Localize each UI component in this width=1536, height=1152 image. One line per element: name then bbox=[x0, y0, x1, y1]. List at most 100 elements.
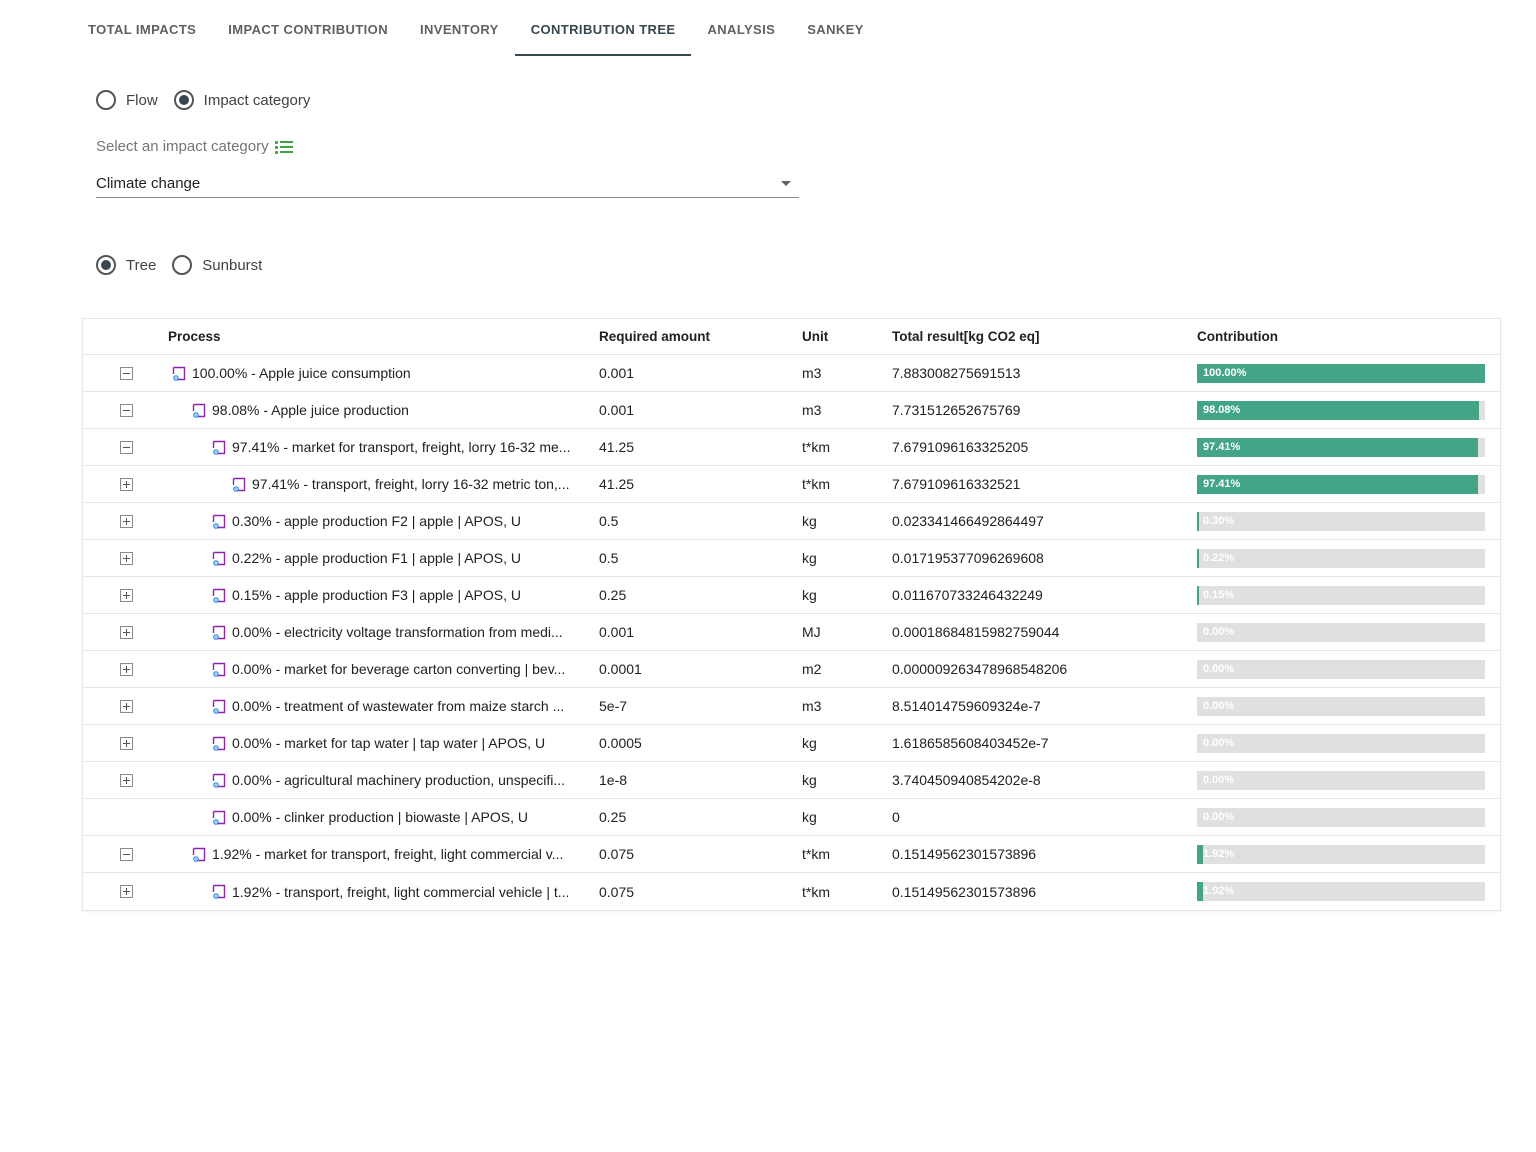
process-name[interactable]: 97.41% - market for transport, freight, … bbox=[232, 439, 570, 455]
expand-plus-icon[interactable] bbox=[119, 885, 133, 898]
table-row[interactable]: 0.00% - electricity voltage transformati… bbox=[83, 614, 1500, 651]
tab-impact-contribution[interactable]: IMPACT CONTRIBUTION bbox=[212, 0, 404, 58]
expand-plus-icon[interactable] bbox=[119, 736, 133, 750]
mode-radio-group: Flow Impact category bbox=[96, 90, 326, 110]
process-name[interactable]: 0.00% - electricity voltage transformati… bbox=[232, 624, 563, 640]
amount-cell: 0.0005 bbox=[599, 735, 642, 751]
process-icon bbox=[192, 403, 206, 418]
unit-cell: t*km bbox=[802, 883, 830, 900]
collapse-minus-icon[interactable] bbox=[119, 403, 133, 417]
process-cell: 100.00% - Apple juice consumption bbox=[168, 365, 599, 382]
tab-analysis[interactable]: ANALYSIS bbox=[691, 0, 791, 58]
expand-plus-icon[interactable] bbox=[119, 662, 133, 676]
table-row[interactable]: 0.15% - apple production F3 | apple | AP… bbox=[83, 577, 1500, 614]
tab-sankey[interactable]: SANKEY bbox=[791, 0, 880, 58]
table-row[interactable]: 0.00% - treatment of wastewater from mai… bbox=[83, 688, 1500, 725]
impact-category-select-label: Select an impact category bbox=[96, 138, 293, 155]
total-cell: 8.514014759609324e-7 bbox=[892, 698, 1041, 714]
process-name[interactable]: 1.92% - transport, freight, light commer… bbox=[232, 884, 569, 900]
table-row[interactable]: 0.22% - apple production F1 | apple | AP… bbox=[83, 540, 1500, 577]
tab-total-impacts[interactable]: TOTAL IMPACTS bbox=[72, 0, 212, 58]
sunburst-radio-label[interactable]: Sunburst bbox=[202, 257, 262, 274]
expand-plus-icon[interactable] bbox=[119, 625, 133, 639]
process-name[interactable]: 0.00% - market for tap water | tap water… bbox=[232, 735, 545, 751]
expander-cell bbox=[83, 736, 168, 750]
expand-plus-icon[interactable] bbox=[119, 514, 133, 528]
table-row[interactable]: 97.41% - market for transport, freight, … bbox=[83, 429, 1500, 466]
total-header[interactable]: Total result[kg CO2 eq] bbox=[892, 329, 1197, 344]
tree-radio-label[interactable]: Tree bbox=[126, 257, 156, 274]
table-row[interactable]: 0.30% - apple production F2 | apple | AP… bbox=[83, 503, 1500, 540]
unit-cell: m3 bbox=[802, 698, 822, 714]
collapse-minus-icon[interactable] bbox=[119, 440, 133, 454]
expand-plus-icon[interactable] bbox=[119, 551, 133, 565]
contribution-cell: 97.41% bbox=[1197, 437, 1487, 457]
expander-cell bbox=[83, 551, 168, 565]
table-row[interactable]: 97.41% - transport, freight, lorry 16-32… bbox=[83, 466, 1500, 503]
process-cell: 97.41% - transport, freight, lorry 16-32… bbox=[168, 476, 599, 493]
contribution-bar: 0.00% bbox=[1197, 622, 1485, 642]
process-name[interactable]: 0.22% - apple production F1 | apple | AP… bbox=[232, 550, 521, 566]
amount-header[interactable]: Required amount bbox=[599, 329, 802, 344]
dropdown-arrow-icon[interactable] bbox=[781, 181, 791, 186]
process-name[interactable]: 1.92% - market for transport, freight, l… bbox=[212, 846, 563, 862]
unit-cell: m3 bbox=[802, 402, 822, 418]
unit-header[interactable]: Unit bbox=[802, 329, 892, 344]
process-name[interactable]: 97.41% - transport, freight, lorry 16-32… bbox=[252, 476, 569, 492]
expand-plus-icon[interactable] bbox=[119, 773, 133, 787]
table-row[interactable]: 98.08% - Apple juice production 0.001 m3 7.… bbox=[83, 392, 1500, 429]
flow-radio[interactable] bbox=[96, 90, 116, 110]
process-cell: 0.00% - treatment of wastewater from mai… bbox=[168, 698, 599, 715]
amount-cell: 0.075 bbox=[599, 846, 635, 862]
unit-cell: kg bbox=[802, 513, 817, 529]
total-cell: 0.011670733246432249 bbox=[892, 587, 1043, 603]
process-icon bbox=[212, 662, 226, 677]
impact-category-radio[interactable] bbox=[173, 90, 194, 110]
amount-cell: 0.25 bbox=[599, 587, 627, 603]
table-row[interactable]: 0.00% - market for tap water | tap water… bbox=[83, 725, 1500, 762]
process-icon bbox=[232, 477, 246, 492]
flow-radio-label[interactable]: Flow bbox=[126, 92, 158, 109]
process-name[interactable]: 0.00% - market for beverage carton conve… bbox=[232, 661, 565, 677]
process-cell: 0.22% - apple production F1 | apple | AP… bbox=[168, 550, 599, 567]
expand-plus-icon[interactable] bbox=[119, 699, 133, 713]
tab-inventory[interactable]: INVENTORY bbox=[404, 0, 515, 58]
tree-radio[interactable] bbox=[96, 255, 116, 275]
process-name[interactable]: 0.00% - clinker production | biowaste | … bbox=[232, 809, 528, 825]
table-row[interactable]: 100.00% - Apple juice consumption 0.001 m3… bbox=[83, 355, 1500, 392]
process-name[interactable]: 0.15% - apple production F3 | apple | AP… bbox=[232, 587, 521, 603]
contribution-label: 0.00% bbox=[1203, 699, 1235, 712]
process-name[interactable]: 0.30% - apple production F2 | apple | AP… bbox=[232, 513, 521, 529]
tab-contribution-tree[interactable]: CONTRIBUTION TREE bbox=[514, 0, 692, 58]
process-name[interactable]: 0.00% - agricultural machinery productio… bbox=[232, 772, 565, 788]
expander-cell bbox=[83, 847, 168, 861]
process-cell: 97.41% - market for transport, freight, … bbox=[168, 439, 599, 456]
collapse-minus-icon[interactable] bbox=[119, 366, 133, 380]
list-icon[interactable] bbox=[274, 140, 293, 154]
process-name[interactable]: 100.00% - Apple juice consumption bbox=[192, 365, 411, 381]
total-cell: 7.883008275691513 bbox=[892, 365, 1021, 381]
contribution-label: 0.00% bbox=[1203, 625, 1235, 638]
table-row[interactable]: 1.92% - transport, freight, light commer… bbox=[83, 873, 1500, 910]
contribution-label: 0.00% bbox=[1203, 736, 1235, 749]
table-row[interactable]: 0.00% - agricultural machinery productio… bbox=[83, 762, 1500, 799]
table-row[interactable]: 0.00% - market for beverage carton conve… bbox=[83, 651, 1500, 688]
expander-cell bbox=[83, 588, 168, 602]
process-name[interactable]: 98.08% - Apple juice production bbox=[212, 402, 409, 418]
contribution-label: 97.41% bbox=[1203, 477, 1241, 490]
expand-plus-icon[interactable] bbox=[119, 477, 133, 491]
collapse-minus-icon[interactable] bbox=[119, 847, 133, 861]
process-name[interactable]: 0.00% - treatment of wastewater from mai… bbox=[232, 698, 564, 714]
table-row[interactable]: 1.92% - market for transport, freight, l… bbox=[83, 836, 1500, 873]
impact-category-select[interactable]: Climate change bbox=[96, 170, 799, 198]
process-header[interactable]: Process bbox=[168, 329, 599, 344]
contribution-header[interactable]: Contribution bbox=[1197, 329, 1487, 344]
expand-plus-icon[interactable] bbox=[119, 588, 133, 602]
unit-cell: MJ bbox=[802, 624, 821, 640]
process-cell: 0.00% - agricultural machinery productio… bbox=[168, 772, 599, 789]
table-row[interactable]: 0.00% - clinker production | biowaste | … bbox=[83, 799, 1500, 836]
total-cell: 0.017195377096269608 bbox=[892, 550, 1044, 566]
impact-category-radio-label[interactable]: Impact category bbox=[204, 92, 311, 109]
sunburst-radio[interactable] bbox=[172, 255, 193, 275]
contribution-cell: 0.00% bbox=[1197, 659, 1487, 679]
